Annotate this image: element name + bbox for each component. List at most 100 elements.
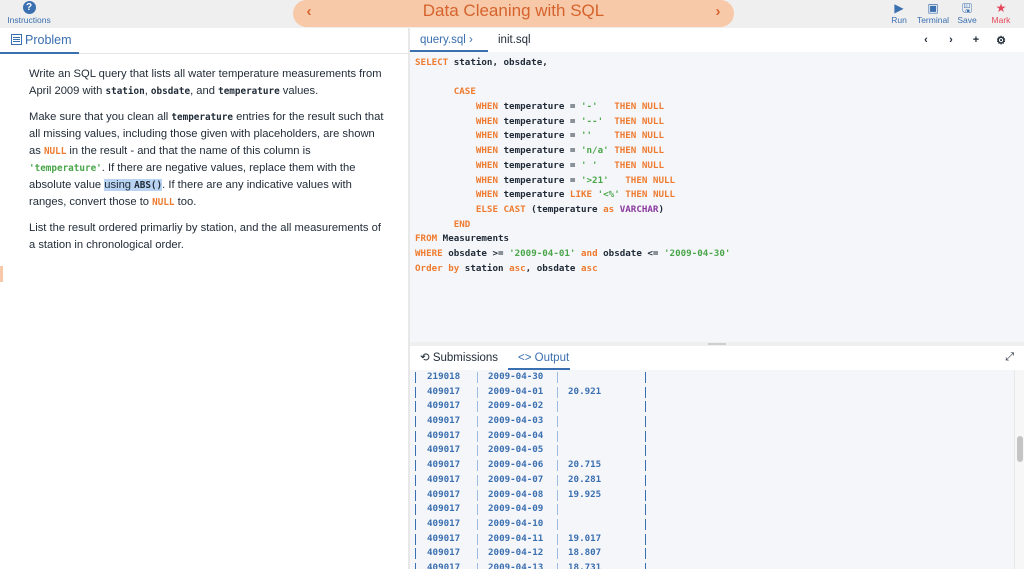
sql-text: temperature = bbox=[497, 174, 581, 186]
station-cell: 219018 bbox=[427, 371, 461, 382]
mark-label: Mark bbox=[991, 15, 1011, 25]
column-separator bbox=[557, 548, 558, 560]
column-separator bbox=[477, 445, 478, 457]
column-separator bbox=[645, 445, 646, 457]
column-separator bbox=[415, 474, 416, 486]
result-row: 409017 2009-04-11 19.017 bbox=[415, 532, 655, 547]
column-separator bbox=[477, 562, 478, 569]
column-separator bbox=[645, 372, 646, 383]
plus-icon[interactable]: + bbox=[971, 34, 981, 46]
obsdate-cell: 2009-04-03 bbox=[488, 415, 544, 427]
column-separator bbox=[557, 562, 558, 569]
run-button[interactable]: ▶ Run bbox=[882, 0, 916, 28]
column-separator bbox=[645, 474, 646, 486]
sql-string: '>21' bbox=[580, 174, 609, 186]
station-cell: 409017 bbox=[427, 488, 461, 500]
chevron-left-icon[interactable]: ‹ bbox=[921, 34, 931, 46]
column-separator bbox=[477, 489, 478, 501]
sql-keyword: THEN NULL bbox=[614, 159, 664, 171]
tab-submissions[interactable]: ⟲ Submissions bbox=[420, 346, 498, 370]
sql-type: VARCHAR bbox=[619, 203, 659, 215]
obsdate-cell: 2009-04-07 bbox=[488, 473, 544, 485]
instructions-button[interactable]: ? Instructions bbox=[4, 0, 54, 28]
obsdate-cell: 2009-04-11 bbox=[488, 532, 544, 544]
column-separator bbox=[477, 518, 478, 530]
code-line: ELSE CAST (temperature as VARCHAR) bbox=[415, 203, 730, 218]
sql-text: temperature = bbox=[497, 130, 581, 142]
inline-code: ABS() bbox=[134, 180, 163, 191]
sql-keyword: END bbox=[415, 218, 471, 230]
obsdate-cell: 2009-04-30 bbox=[488, 371, 544, 382]
station-cell: 409017 bbox=[427, 415, 461, 427]
column-separator bbox=[477, 548, 478, 560]
text: in the result - and that the name of thi… bbox=[66, 145, 311, 157]
column-separator bbox=[557, 416, 558, 428]
toolbar: ▶ Run ▣ Terminal 🖫 Save ★ Mark bbox=[882, 0, 1018, 28]
sql-text: obsdate <= bbox=[597, 247, 664, 259]
sql-string: '2009-04-01' bbox=[509, 247, 576, 259]
tab-query-sql[interactable]: query.sql › bbox=[410, 28, 488, 52]
tab-submissions-label: Submissions bbox=[432, 352, 499, 364]
sql-keyword: THEN NULL bbox=[614, 101, 664, 113]
panel-collapse-handle[interactable] bbox=[0, 266, 3, 282]
station-cell: 409017 bbox=[427, 459, 461, 471]
tab-init-sql[interactable]: init.sql bbox=[488, 28, 550, 52]
column-separator bbox=[557, 372, 558, 383]
result-row: 409017 2009-04-06 20.715 bbox=[415, 458, 655, 473]
expand-icon[interactable]: ⤢ bbox=[1005, 351, 1014, 364]
result-row: 409017 2009-04-09 bbox=[415, 502, 655, 517]
column-separator bbox=[645, 548, 646, 560]
text: , and bbox=[190, 85, 219, 97]
sql-text: Measurements bbox=[437, 233, 510, 245]
sql-keyword: Order by bbox=[415, 262, 460, 274]
column-separator bbox=[557, 386, 558, 398]
code-text-area[interactable]: SELECT station, obsdate, CASE WHEN tempe… bbox=[415, 56, 730, 276]
sql-keyword: asc bbox=[581, 262, 598, 274]
column-separator bbox=[645, 562, 646, 569]
obsdate-cell: 2009-04-08 bbox=[488, 488, 544, 500]
output-scrollbar[interactable] bbox=[1014, 370, 1024, 569]
text: Make sure that you clean all bbox=[29, 111, 172, 123]
next-exercise-button[interactable]: › bbox=[710, 3, 726, 20]
station-cell: 409017 bbox=[427, 444, 461, 456]
sql-keyword: as bbox=[603, 203, 615, 215]
terminal-icon: ▣ bbox=[927, 1, 939, 15]
exercise-title: Data Cleaning with SQL bbox=[422, 1, 605, 20]
sql-keyword: ELSE CAST bbox=[415, 203, 526, 215]
sql-text: temperature = bbox=[497, 159, 581, 171]
code-line: WHEN temperature LIKE '<%' THEN NULL bbox=[415, 188, 730, 203]
temperature-cell: 18.807 bbox=[568, 547, 602, 559]
mark-button[interactable]: ★ Mark bbox=[984, 0, 1018, 28]
temperature-cell: 20.715 bbox=[568, 459, 602, 471]
result-row: 409017 2009-04-03 bbox=[415, 414, 655, 429]
sql-keyword: WHEN bbox=[415, 189, 498, 201]
column-separator bbox=[557, 533, 558, 545]
code-line: WHEN temperature = '-' THEN NULL bbox=[415, 100, 730, 115]
sql-text: ) bbox=[658, 203, 664, 215]
sql-string: 'n/a' bbox=[580, 145, 609, 157]
sql-text: station, obsdate, bbox=[448, 57, 548, 68]
terminal-button[interactable]: ▣ Terminal bbox=[916, 0, 950, 28]
resize-handle[interactable] bbox=[708, 343, 726, 345]
column-separator bbox=[477, 533, 478, 545]
station-cell: 409017 bbox=[427, 561, 461, 569]
tab-output[interactable]: <> Output bbox=[508, 346, 570, 370]
tab-problem[interactable]: Problem bbox=[0, 28, 79, 54]
problem-tabbar: Problem bbox=[0, 28, 408, 54]
save-button[interactable]: 🖫 Save bbox=[950, 0, 984, 28]
text-selection: using ABS() bbox=[104, 179, 163, 191]
chevron-right-icon[interactable]: › bbox=[946, 34, 956, 46]
editor-controls: ‹ › + ⚙ bbox=[921, 28, 1006, 52]
gear-icon[interactable]: ⚙ bbox=[996, 34, 1006, 47]
problem-description: Write an SQL query that lists all water … bbox=[29, 66, 387, 263]
scrollbar-thumb[interactable] bbox=[1017, 436, 1023, 462]
code-line: WHERE obsdate >= '2009-04-01' and obsdat… bbox=[415, 247, 730, 262]
code-line: END bbox=[415, 218, 730, 233]
inline-code: temperature bbox=[218, 86, 280, 97]
sql-keyword: WHERE bbox=[415, 247, 443, 259]
column-separator bbox=[645, 401, 646, 413]
sql-string: '-' bbox=[580, 101, 598, 113]
inline-code: temperature bbox=[171, 112, 233, 123]
